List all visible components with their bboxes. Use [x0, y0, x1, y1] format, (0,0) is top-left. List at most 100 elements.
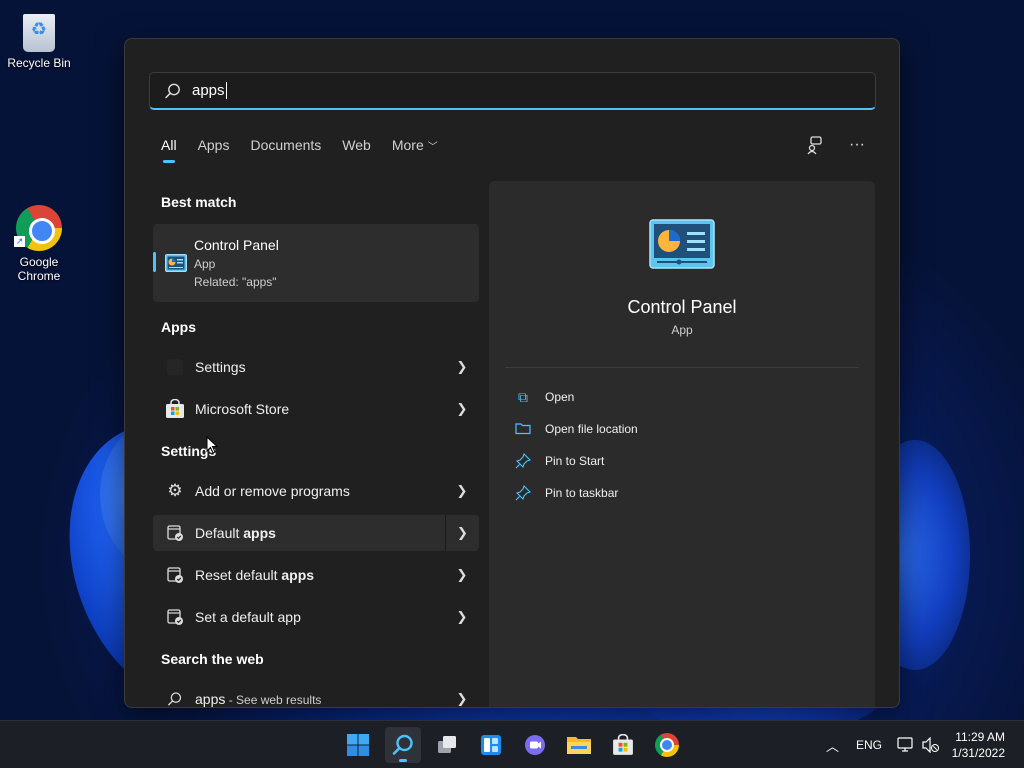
preview-title: Control Panel	[627, 297, 737, 317]
chevron-up-icon[interactable]: ︿	[826, 736, 839, 755]
section-heading-best-match: Best match	[161, 194, 237, 210]
shortcut-arrow-icon: ↗	[14, 236, 25, 247]
result-set-default-app[interactable]: Set a default app ❯	[153, 599, 479, 635]
control-panel-icon	[649, 219, 715, 269]
widgets-button[interactable]	[473, 727, 509, 763]
clock-time: 11:29 AM	[955, 730, 1005, 744]
task-view-button[interactable]	[429, 727, 465, 763]
open-external-icon: ⧉	[518, 389, 528, 405]
chevron-right-icon[interactable]: ❯	[445, 691, 479, 707]
search-panel: apps All Apps Documents Web More ﹀ ··· Be…	[124, 38, 900, 708]
start-button[interactable]	[340, 727, 376, 763]
search-icon	[392, 734, 413, 755]
result-web-search[interactable]: apps - See web results ❯	[153, 681, 479, 707]
chrome-taskbar-button[interactable]	[649, 727, 685, 763]
task-view-icon	[438, 736, 456, 753]
section-heading-apps: Apps	[161, 319, 196, 335]
tab-documents[interactable]: Documents	[250, 137, 321, 163]
default-apps-icon	[165, 607, 185, 627]
chrome-icon	[655, 733, 679, 757]
best-match-type: App	[194, 257, 216, 271]
chevron-right-icon[interactable]: ❯	[445, 515, 479, 551]
result-label: Add or remove programs	[195, 483, 350, 499]
pin-icon	[515, 452, 532, 469]
result-label: Settings	[195, 359, 246, 375]
default-apps-icon	[165, 523, 185, 543]
widgets-icon	[481, 735, 501, 755]
search-query-text: apps	[192, 82, 225, 99]
best-match-title: Control Panel	[194, 237, 279, 253]
action-pin-to-start[interactable]: Pin to Start	[515, 451, 604, 471]
action-label: Open file location	[545, 422, 638, 436]
divider	[505, 367, 859, 368]
chat-button[interactable]	[517, 727, 553, 763]
search-icon	[165, 83, 180, 98]
file-explorer-icon	[567, 737, 591, 754]
gear-icon: ⚙	[167, 481, 183, 500]
preview-pane: Control Panel App ⧉ Open Open file locat…	[489, 181, 875, 707]
action-open-file-location[interactable]: Open file location	[515, 419, 638, 439]
search-icon	[165, 689, 185, 707]
result-label: Microsoft Store	[195, 401, 290, 417]
best-match-related: Related: "apps"	[194, 275, 277, 289]
result-label: Set a default app	[195, 609, 301, 625]
network-icon[interactable]	[897, 737, 915, 753]
recycle-bin-icon	[19, 8, 59, 52]
search-input[interactable]: apps	[149, 72, 876, 110]
result-settings-app[interactable]: Settings ❯	[153, 349, 479, 385]
result-reset-default-apps[interactable]: Reset default apps ❯	[153, 557, 479, 593]
tab-web[interactable]: Web	[342, 137, 371, 163]
tab-all[interactable]: All	[161, 137, 177, 163]
file-explorer-button[interactable]	[561, 727, 597, 763]
preview-type: App	[671, 323, 693, 337]
tab-apps[interactable]: Apps	[198, 137, 230, 163]
account-switch-icon[interactable]	[805, 135, 825, 155]
chevron-right-icon[interactable]: ❯	[445, 567, 479, 583]
action-open[interactable]: ⧉ Open	[515, 387, 574, 407]
chat-icon	[525, 735, 545, 755]
desktop-icon-label: Google Chrome	[17, 255, 61, 283]
start-icon	[347, 734, 369, 756]
taskbar: ︿ ENG 11:29 AM 1/31/2022	[0, 720, 1024, 768]
clock[interactable]: 11:29 AM 1/31/2022	[952, 729, 1005, 761]
result-default-apps[interactable]: Default apps ❯	[153, 515, 479, 551]
action-label: Open	[545, 390, 575, 404]
result-label: apps - See web results	[195, 691, 322, 707]
action-label: Pin to taskbar	[545, 486, 619, 500]
header-actions: ···	[805, 135, 867, 155]
text-caret	[225, 82, 227, 99]
result-microsoft-store[interactable]: Microsoft Store ❯	[153, 391, 479, 427]
desktop-icon-label: Recycle Bin	[7, 56, 71, 70]
best-match-item[interactable]: Control Panel App Related: "apps"	[153, 224, 479, 302]
folder-icon	[515, 421, 531, 437]
microsoft-store-icon	[613, 734, 633, 755]
filter-tabs: All Apps Documents Web More ﹀	[161, 137, 459, 163]
default-apps-icon	[165, 565, 185, 585]
microsoft-store-icon	[165, 399, 185, 419]
desktop-icon-google-chrome[interactable]: Google Chrome	[0, 205, 78, 283]
desktop-icon-recycle-bin[interactable]: Recycle Bin	[0, 8, 78, 70]
chevron-right-icon[interactable]: ❯	[445, 483, 479, 499]
action-label: Pin to Start	[545, 454, 605, 468]
tab-more-label: More	[391, 137, 424, 153]
chevron-right-icon[interactable]: ❯	[445, 609, 479, 625]
action-pin-to-taskbar[interactable]: Pin to taskbar	[515, 483, 618, 503]
clock-date: 1/31/2022	[951, 746, 1005, 760]
more-options-icon[interactable]: ···	[847, 135, 867, 155]
result-add-remove-programs[interactable]: ⚙ Add or remove programs ❯	[153, 473, 479, 509]
language-indicator[interactable]: ENG	[856, 738, 882, 752]
taskbar-search-button[interactable]	[385, 727, 421, 763]
selection-indicator	[153, 252, 156, 272]
chevron-down-icon: ﹀	[427, 142, 438, 153]
pin-icon	[515, 484, 532, 501]
chevron-right-icon[interactable]: ❯	[445, 401, 479, 417]
result-label: Default apps	[195, 525, 276, 541]
control-panel-icon	[165, 254, 187, 272]
settings-app-icon	[165, 357, 185, 377]
volume-muted-icon[interactable]	[922, 737, 940, 753]
result-label: Reset default apps	[195, 567, 315, 583]
section-heading-search-web: Search the web	[161, 651, 264, 667]
chevron-right-icon[interactable]: ❯	[445, 359, 479, 375]
tab-more[interactable]: More ﹀	[392, 137, 438, 163]
microsoft-store-button[interactable]	[605, 727, 641, 763]
